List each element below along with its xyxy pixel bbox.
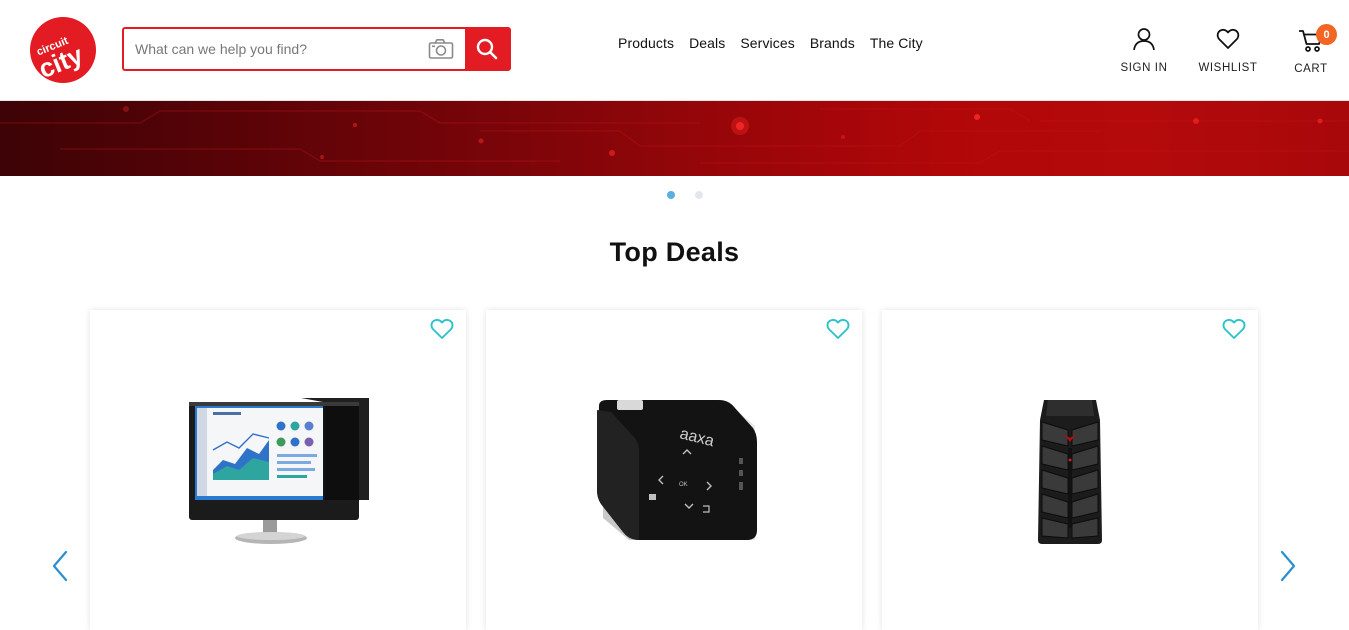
nav-deals[interactable]: Deals xyxy=(689,35,725,53)
main-nav: Products Deals Services Brands The City xyxy=(618,35,923,53)
hero-banner[interactable] xyxy=(0,101,1349,176)
gaming-tower-pc-image[interactable] xyxy=(882,390,1258,560)
pico-projector-image[interactable]: aaxa OK xyxy=(486,390,862,560)
svg-text:OK: OK xyxy=(679,482,688,488)
heart-outline-icon[interactable] xyxy=(430,318,454,340)
camera-icon[interactable] xyxy=(428,38,454,60)
cart-label: CART xyxy=(1294,63,1328,75)
carousel-dots xyxy=(667,191,703,199)
cart-button[interactable]: 0 CART xyxy=(1288,24,1337,75)
circuit-city-logo[interactable]: circuit city xyxy=(30,17,96,83)
user-icon xyxy=(1133,28,1155,51)
search-input[interactable] xyxy=(124,29,423,69)
site-header: circuit city Products Deals Services Bra… xyxy=(0,0,1349,101)
monitor-privacy-filter-image[interactable] xyxy=(90,390,466,560)
carousel-prev-button[interactable] xyxy=(50,550,70,582)
wishlist-label: WISHLIST xyxy=(1198,62,1258,74)
wishlist-button[interactable]: WISHLIST xyxy=(1198,27,1258,74)
nav-services[interactable]: Services xyxy=(740,35,794,53)
nav-the-city[interactable]: The City xyxy=(870,35,923,53)
product-card[interactable] xyxy=(882,310,1258,630)
sign-in-button[interactable]: SIGN IN xyxy=(1118,27,1170,74)
cart-icon-wrap: 0 xyxy=(1297,24,1337,53)
search-button[interactable] xyxy=(465,29,509,69)
search-icon xyxy=(476,38,498,60)
search-bar xyxy=(122,27,511,71)
heart-icon xyxy=(1216,28,1240,49)
heart-outline-icon[interactable] xyxy=(826,318,850,340)
heart-outline-icon[interactable] xyxy=(1222,318,1246,340)
carousel-dot-2[interactable] xyxy=(695,191,703,199)
carousel-dot-1[interactable] xyxy=(667,191,675,199)
sign-in-label: SIGN IN xyxy=(1120,62,1168,74)
section-title-top-deals: Top Deals xyxy=(609,237,740,267)
product-card[interactable]: aaxa OK xyxy=(486,310,862,630)
circuit-pattern-graphic xyxy=(0,106,1349,164)
carousel-next-button[interactable] xyxy=(1278,550,1298,582)
product-card[interactable] xyxy=(90,310,466,630)
chevron-right-icon xyxy=(1280,550,1296,582)
nav-products[interactable]: Products xyxy=(618,35,674,53)
nav-brands[interactable]: Brands xyxy=(810,35,855,53)
chevron-left-icon xyxy=(52,550,68,582)
cart-count-badge: 0 xyxy=(1316,24,1337,45)
